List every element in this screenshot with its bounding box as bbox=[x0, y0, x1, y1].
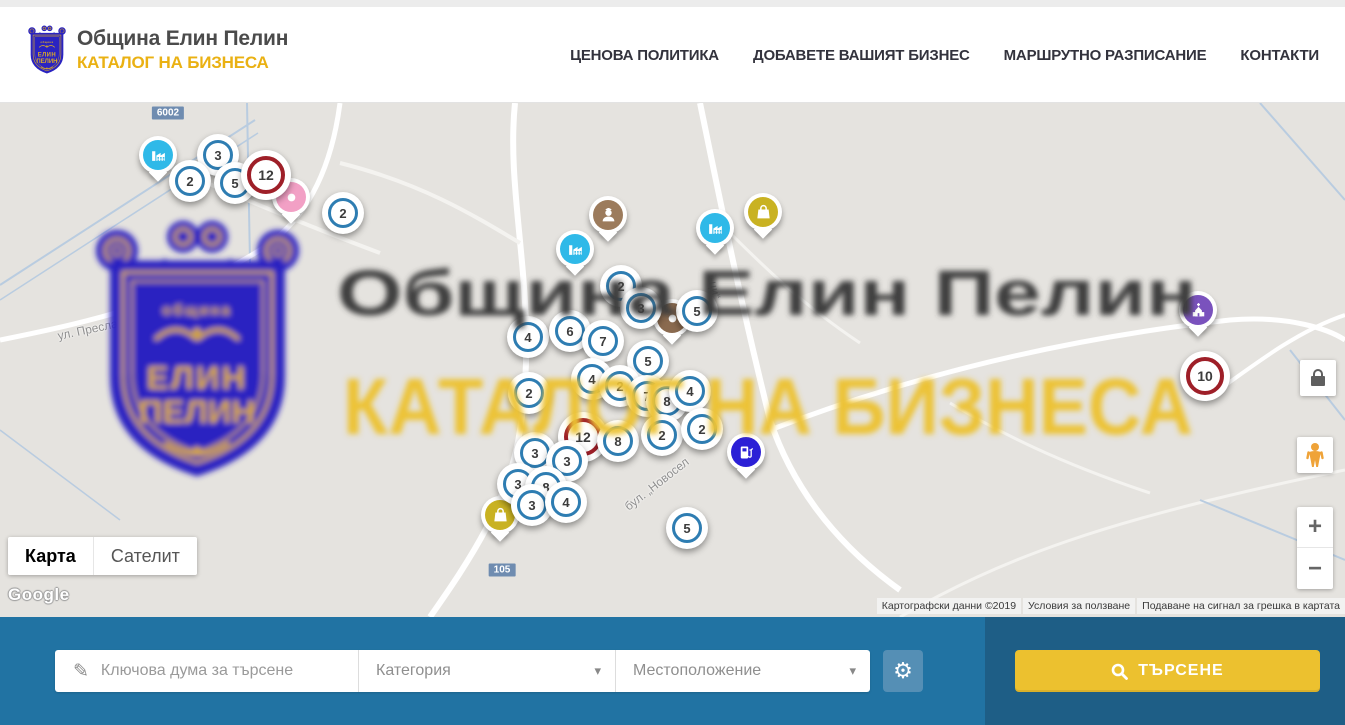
cluster-count: 3 bbox=[528, 498, 535, 513]
cluster-marker[interactable]: 3 bbox=[620, 287, 662, 329]
scroll-lock-button[interactable] bbox=[1300, 360, 1336, 396]
search-icon bbox=[1111, 663, 1128, 680]
gear-icon: ⚙ bbox=[893, 658, 913, 684]
cluster-count: 3 bbox=[531, 446, 538, 461]
cluster-marker[interactable]: 8 bbox=[597, 420, 639, 462]
road-number-badge: 105 bbox=[489, 564, 516, 577]
keyword-field-wrap: ✎ bbox=[55, 650, 358, 692]
location-select[interactable]: Местоположение ▾ bbox=[615, 650, 870, 692]
cluster-marker[interactable]: 4 bbox=[507, 316, 549, 358]
search-button[interactable]: ТЪРСЕНЕ bbox=[1015, 650, 1320, 692]
category-pin[interactable] bbox=[139, 136, 177, 174]
map-type-map-button[interactable]: Карта bbox=[8, 537, 93, 575]
site-subtitle: КАТАЛОГ НА БИЗНЕСА bbox=[77, 53, 288, 73]
cluster-count: 8 bbox=[614, 434, 621, 449]
cluster-marker[interactable]: 2 bbox=[681, 408, 723, 450]
map-type-control: Карта Сателит bbox=[8, 537, 197, 575]
svg-text:община: община bbox=[40, 40, 53, 44]
cluster-count: 4 bbox=[524, 330, 531, 345]
cluster-marker[interactable]: 2 bbox=[169, 160, 211, 202]
cluster-count: 2 bbox=[525, 386, 532, 401]
google-map[interactable]: 325122235467524278412822333834510 600210… bbox=[0, 103, 1345, 617]
category-pin[interactable] bbox=[556, 230, 594, 268]
report-map-error-link[interactable]: Подаване на сигнал за грешка в картата bbox=[1137, 598, 1345, 614]
cluster-count: 4 bbox=[588, 372, 595, 387]
zoom-control: + − bbox=[1297, 507, 1333, 589]
cluster-count: 7 bbox=[599, 334, 606, 349]
top-strip bbox=[0, 0, 1345, 7]
cluster-count: 12 bbox=[258, 167, 274, 183]
cluster-count: 2 bbox=[698, 422, 705, 437]
cluster-count: 5 bbox=[231, 176, 238, 191]
cluster-marker[interactable]: 10 bbox=[1180, 351, 1230, 401]
cluster-count: 2 bbox=[186, 174, 193, 189]
nav-add-your-business[interactable]: ДОБАВЕТЕ ВАШИЯТ БИЗНЕС bbox=[753, 47, 970, 64]
cluster-count: 6 bbox=[566, 324, 573, 339]
shopping-bag-icon bbox=[748, 197, 778, 227]
site-title: Община Елин Пелин bbox=[77, 27, 288, 51]
cluster-count: 3 bbox=[563, 454, 570, 469]
cluster-count: 2 bbox=[658, 428, 665, 443]
nav-contacts[interactable]: КОНТАКТИ bbox=[1240, 47, 1319, 64]
cluster-marker[interactable]: 5 bbox=[676, 290, 718, 332]
nav-pricing-policy[interactable]: ЦЕНОВА ПОЛИТИКА bbox=[570, 47, 719, 64]
cluster-count: 3 bbox=[214, 148, 221, 163]
svg-text:ЕЛИН: ЕЛИН bbox=[38, 53, 56, 59]
map-data-copyright: Картографски данни ©2019 bbox=[877, 598, 1021, 614]
church-icon bbox=[1183, 295, 1213, 325]
chevron-down-icon: ▾ bbox=[849, 663, 856, 679]
category-pin[interactable] bbox=[744, 193, 782, 231]
nav-route-schedule[interactable]: МАРШРУТНО РАЗПИСАНИЕ bbox=[1004, 47, 1207, 64]
chevron-down-icon: ▾ bbox=[594, 663, 601, 679]
site-logo[interactable]: община ЕЛИН ПЕЛИН Община Елин Пелин КАТА… bbox=[26, 21, 288, 79]
road-number-badge: 6002 bbox=[152, 107, 184, 120]
cluster-marker[interactable]: 2 bbox=[322, 192, 364, 234]
google-logo[interactable]: Google bbox=[8, 585, 70, 605]
cluster-marker[interactable]: 4 bbox=[545, 481, 587, 523]
keyword-input[interactable] bbox=[101, 662, 358, 680]
pegman-icon bbox=[1304, 442, 1326, 468]
zoom-in-button[interactable]: + bbox=[1297, 507, 1333, 548]
cluster-count: 2 bbox=[339, 206, 346, 221]
cluster-count: 5 bbox=[693, 304, 700, 319]
municipality-crest-icon: община ЕЛИН ПЕЛИН bbox=[26, 21, 68, 79]
factory-icon bbox=[143, 140, 173, 170]
cluster-count: 10 bbox=[1197, 368, 1213, 384]
cluster-marker[interactable]: 4 bbox=[669, 370, 711, 412]
category-pin[interactable] bbox=[696, 209, 734, 247]
category-pin[interactable] bbox=[1179, 291, 1217, 329]
cluster-marker[interactable]: 5 bbox=[666, 507, 708, 549]
svg-text:ПЕЛИН: ПЕЛИН bbox=[36, 59, 57, 65]
cluster-marker[interactable]: 2 bbox=[641, 414, 683, 456]
page: община ЕЛИН ПЕЛИН Община Елин Пелин КАТА… bbox=[0, 0, 1345, 725]
pegman-button[interactable] bbox=[1297, 437, 1333, 473]
cluster-count: 4 bbox=[686, 384, 693, 399]
category-select[interactable]: Категория ▾ bbox=[358, 650, 615, 692]
cluster-marker[interactable]: 2 bbox=[508, 372, 550, 414]
advanced-search-button[interactable]: ⚙ bbox=[883, 650, 923, 692]
pencil-icon: ✎ bbox=[73, 660, 89, 683]
worker-icon bbox=[593, 200, 623, 230]
map-attribution: Картографски данни ©2019 Условия за полз… bbox=[877, 598, 1345, 614]
cluster-count: 3 bbox=[637, 301, 644, 316]
cluster-count: 5 bbox=[644, 354, 651, 369]
category-pin[interactable] bbox=[727, 433, 765, 471]
cluster-count: 4 bbox=[562, 495, 569, 510]
factory-icon bbox=[700, 213, 730, 243]
cluster-count: 2 bbox=[616, 379, 623, 394]
cluster-count: 2 bbox=[617, 279, 624, 294]
cluster-count: 5 bbox=[683, 521, 690, 536]
search-bar: ✎ Категория ▾ Местоположение ▾ ⚙ ТЪРСЕНЕ bbox=[0, 617, 1345, 725]
fuel-icon bbox=[731, 437, 761, 467]
header: община ЕЛИН ПЕЛИН Община Елин Пелин КАТА… bbox=[0, 7, 1345, 103]
cluster-marker[interactable]: 12 bbox=[241, 150, 291, 200]
map-type-satellite-button[interactable]: Сателит bbox=[93, 537, 197, 575]
factory-icon bbox=[560, 234, 590, 264]
terms-of-use-link[interactable]: Условия за ползване bbox=[1023, 598, 1135, 614]
main-nav: ЦЕНОВА ПОЛИТИКА ДОБАВЕТЕ ВАШИЯТ БИЗНЕС М… bbox=[570, 7, 1319, 103]
cluster-marker[interactable]: 7 bbox=[582, 320, 624, 362]
zoom-out-button[interactable]: − bbox=[1297, 548, 1333, 589]
category-pin[interactable] bbox=[589, 196, 627, 234]
search-panel: ✎ Категория ▾ Местоположение ▾ bbox=[55, 650, 870, 692]
